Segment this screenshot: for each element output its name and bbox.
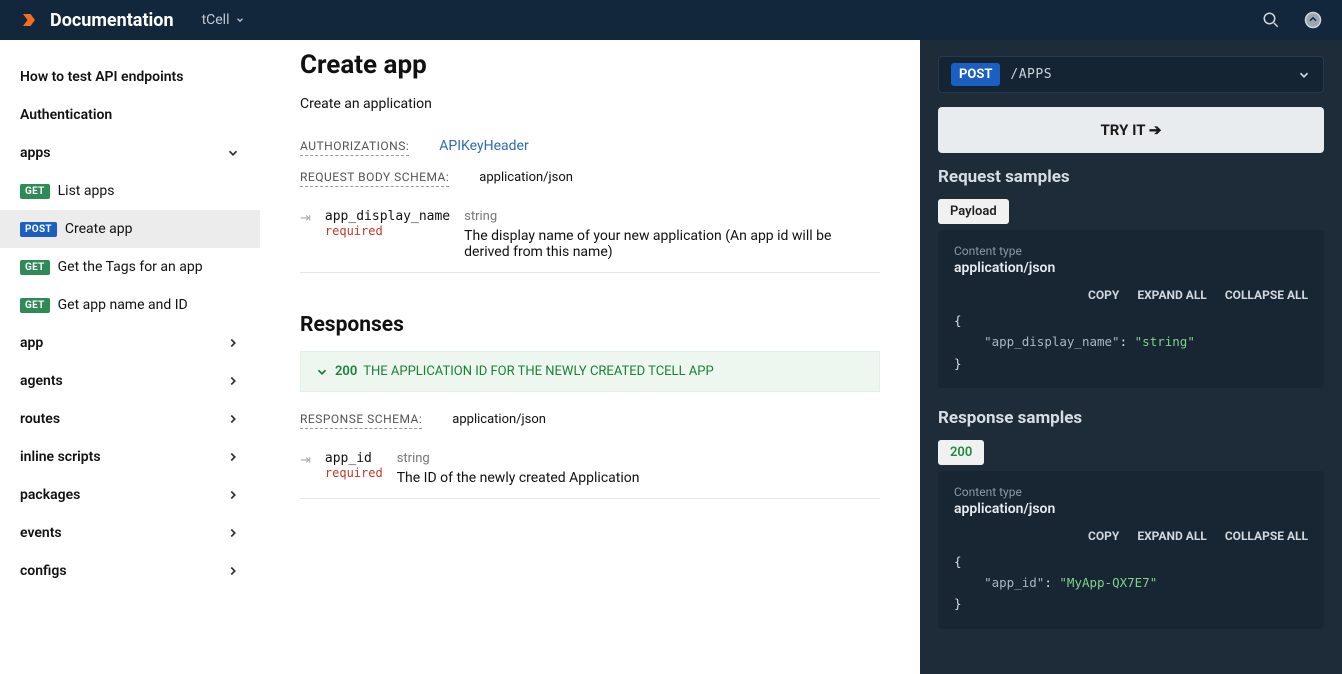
param-description: The ID of the newly created Application [397, 470, 880, 486]
nav-apps-item[interactable]: GET Get app name and ID [0, 286, 260, 324]
right-panel: POST /APPS TRY IT ➔ Request samples Payl… [920, 40, 1342, 674]
expand-all-button[interactable]: EXPAND ALL [1137, 529, 1207, 543]
nav-section[interactable]: routes [0, 400, 260, 438]
response-200-code: 200 [335, 364, 357, 379]
endpoint-path: /APPS [1010, 67, 1052, 82]
param-collapse-icon[interactable]: ⇥ [300, 451, 311, 486]
search-icon[interactable] [1262, 11, 1280, 29]
product-label: tCell [202, 12, 230, 28]
page-description: Create an application [300, 96, 880, 112]
collapse-all-button[interactable]: COLLAPSE ALL [1225, 288, 1308, 302]
param-description: The display name of your new application… [464, 228, 880, 260]
response-code: { "app_id": "MyApp-QX7E7" } [954, 551, 1308, 615]
response-200-row[interactable]: 200 THE APPLICATION ID FOR THE NEWLY CRE… [300, 351, 880, 392]
content-area: Create app Create an application AUTHORI… [260, 40, 920, 674]
request-code: { "app_display_name": "string" } [954, 310, 1308, 374]
param-collapse-icon[interactable]: ⇥ [300, 209, 311, 260]
collapse-all-button[interactable]: COLLAPSE ALL [1225, 529, 1308, 543]
authorizations-link[interactable]: APIKeyHeader [439, 138, 528, 154]
response-schema-label: RESPONSE SCHEMA: [300, 412, 422, 429]
endpoint-selector[interactable]: POST /APPS [938, 56, 1324, 93]
top-bar: Documentation tCell [0, 0, 1342, 40]
copy-button[interactable]: COPY [1088, 288, 1119, 302]
content-type-label: Content type [954, 244, 1308, 258]
response-schema-value: application/json [452, 412, 546, 427]
brand-title: Documentation [50, 10, 174, 31]
nav-section[interactable]: inline scripts [0, 438, 260, 476]
method-badge: GET [20, 260, 50, 275]
nav-section[interactable]: events [0, 514, 260, 552]
nav-section[interactable]: packages [0, 476, 260, 514]
request-sample-box: Content type application/json COPY EXPAN… [938, 230, 1324, 388]
method-badge: GET [20, 298, 50, 313]
chevron-right-icon [226, 336, 240, 350]
nav-section-label: app [20, 335, 43, 351]
nav-section[interactable]: configs [0, 552, 260, 590]
collapse-icon[interactable] [1304, 11, 1322, 29]
payload-tab[interactable]: Payload [938, 199, 1009, 224]
try-it-button[interactable]: TRY IT ➔ [938, 107, 1324, 153]
chevron-right-icon [226, 488, 240, 502]
method-badge: GET [20, 184, 50, 199]
chevron-right-icon [226, 450, 240, 464]
responses-heading: Responses [300, 313, 880, 337]
content-type-label: Content type [954, 485, 1308, 499]
nav-apps-item[interactable]: POST Create app [0, 210, 260, 248]
nav-section-label: agents [20, 373, 63, 389]
logo-icon [20, 11, 38, 29]
nav-item-label: Create app [65, 221, 133, 237]
param-type: string [397, 451, 880, 466]
chevron-right-icon [226, 412, 240, 426]
page-title: Create app [300, 50, 880, 80]
param-app-id: ⇥ app_id required string The ID of the n… [300, 439, 880, 499]
param-type: string [464, 209, 880, 224]
chevron-right-icon [226, 564, 240, 578]
param-name: app_id [325, 451, 372, 466]
nav-authentication[interactable]: Authentication [0, 96, 260, 134]
nav-section[interactable]: app [0, 324, 260, 362]
chevron-down-icon [1297, 68, 1311, 82]
nav-apps-item[interactable]: GET List apps [0, 172, 260, 210]
nav-apps-item[interactable]: GET Get the Tags for an app [0, 248, 260, 286]
nav-section-label: events [20, 525, 62, 541]
nav-section-label: configs [20, 563, 67, 579]
copy-button[interactable]: COPY [1088, 529, 1119, 543]
method-badge: POST [951, 63, 1000, 86]
chevron-down-icon [235, 15, 245, 25]
request-body-schema-value: application/json [479, 170, 573, 185]
nav-apps-label: apps [20, 145, 50, 161]
content-type-value: application/json [954, 501, 1308, 517]
nav-item-label: Get app name and ID [58, 297, 188, 313]
nav-section-label: packages [20, 487, 80, 503]
response-samples-heading: Response samples [938, 408, 1324, 428]
method-badge: POST [20, 222, 57, 237]
chevron-right-icon [226, 374, 240, 388]
product-switcher[interactable]: tCell [202, 12, 245, 28]
nav-item-label: Get the Tags for an app [58, 259, 203, 275]
nav-section[interactable]: agents [0, 362, 260, 400]
param-required-label: required [325, 466, 383, 480]
param-app-display-name: ⇥ app_display_name required string The d… [300, 197, 880, 273]
param-required-label: required [325, 224, 450, 238]
chevron-right-icon [226, 526, 240, 540]
response-200-tab[interactable]: 200 [938, 440, 984, 465]
chevron-down-icon [315, 365, 329, 379]
response-200-text: THE APPLICATION ID FOR THE NEWLY CREATED… [363, 364, 713, 379]
authorizations-label: AUTHORIZATIONS: [300, 139, 409, 156]
nav-section-label: routes [20, 411, 60, 427]
nav-item-label: List apps [58, 183, 115, 199]
chevron-down-icon [226, 146, 240, 160]
expand-all-button[interactable]: EXPAND ALL [1137, 288, 1207, 302]
sidebar: How to test API endpoints Authentication… [0, 40, 260, 674]
nav-how-to-test[interactable]: How to test API endpoints [0, 58, 260, 96]
response-sample-box: Content type application/json COPY EXPAN… [938, 471, 1324, 629]
content-type-value: application/json [954, 260, 1308, 276]
request-samples-heading: Request samples [938, 167, 1324, 187]
nav-section-label: inline scripts [20, 449, 101, 465]
nav-apps[interactable]: apps [0, 134, 260, 172]
request-body-schema-label: REQUEST BODY SCHEMA: [300, 170, 449, 187]
param-name: app_display_name [325, 209, 450, 224]
